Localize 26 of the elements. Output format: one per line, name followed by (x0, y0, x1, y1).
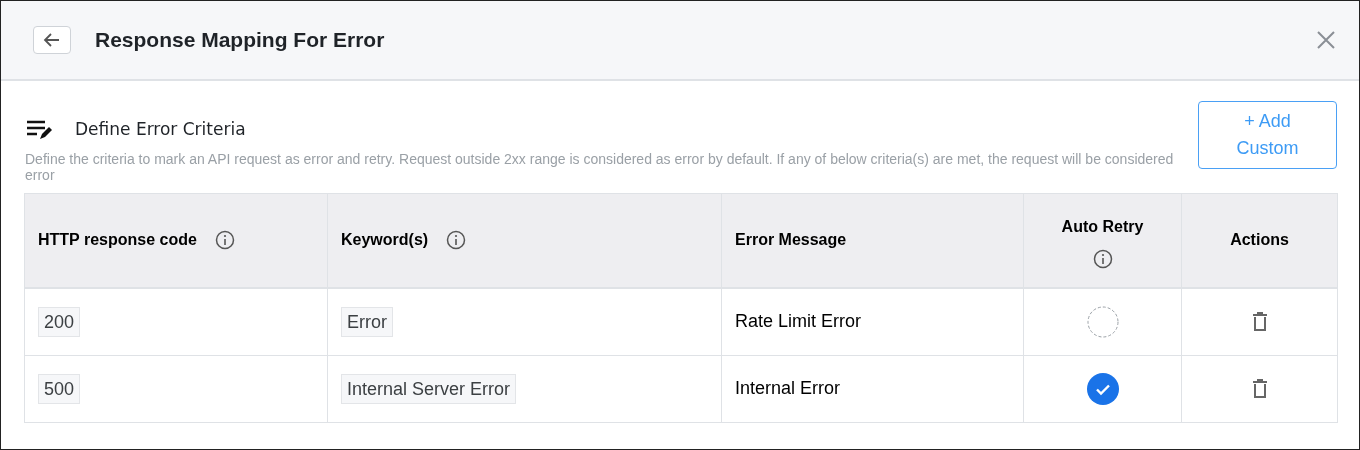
add-custom-button[interactable]: + Add Custom (1198, 101, 1337, 169)
column-header: Auto Retry (1061, 217, 1144, 238)
section-title: Define Error Criteria (75, 118, 246, 141)
tag: 200 (38, 306, 81, 337)
delete-icon[interactable] (1251, 378, 1268, 399)
tag: Internal Server Error (341, 373, 517, 404)
column-header: Keyword(s) (341, 230, 429, 251)
column-header: Error Message (735, 230, 847, 251)
back-button[interactable] (33, 26, 71, 54)
window-title: Response Mapping For Error (95, 27, 385, 54)
back-arrow-icon (43, 32, 61, 48)
checkbox[interactable] (1086, 372, 1119, 405)
info-icon[interactable] (214, 230, 235, 251)
section-description: Define the criteria to mark an API request as error and retry. Request outside 2xx range is considered as error by default. If any of below criteria(s) are met, the request will be considered error (25, 150, 1175, 183)
error-message: Internal Error (735, 378, 841, 398)
edit-list-icon (25, 118, 53, 141)
tag: Error (341, 306, 393, 337)
column-header: HTTP response code (38, 230, 197, 251)
column-header: Actions (1230, 230, 1289, 251)
tag: 500 (38, 373, 81, 404)
error-message: Rate Limit Error (735, 311, 862, 332)
checkbox[interactable] (1086, 305, 1119, 338)
delete-icon[interactable] (1251, 311, 1268, 332)
info-icon[interactable] (1092, 249, 1113, 270)
close-icon[interactable] (1317, 31, 1335, 49)
info-icon[interactable] (446, 230, 467, 251)
